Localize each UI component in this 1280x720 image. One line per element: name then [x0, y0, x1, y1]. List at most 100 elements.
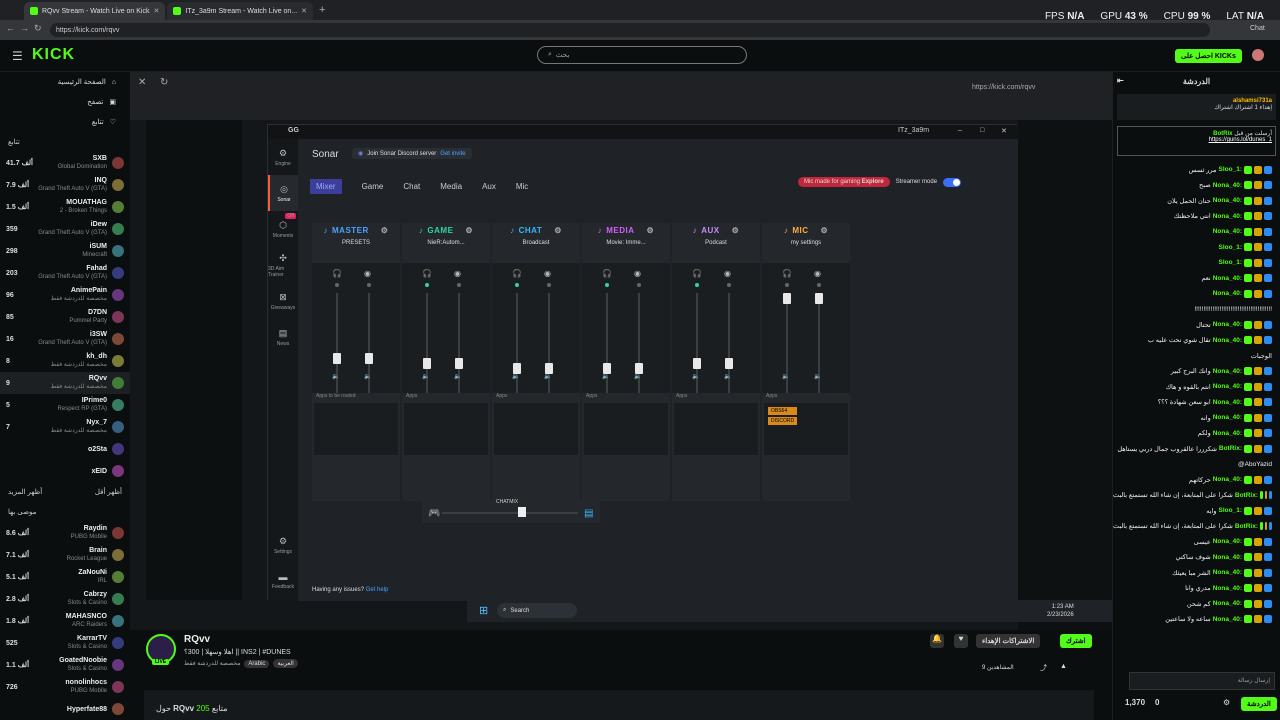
sidebar-channel-recommended[interactable]: 5.1 ألف ZaNouNi IRL: [0, 566, 130, 588]
channel-settings-icon[interactable]: ⚙: [381, 226, 389, 235]
headphone-icon[interactable]: 🎧: [782, 269, 792, 278]
mute-icon[interactable]: 🔈: [692, 373, 699, 380]
stream-icon[interactable]: ◉: [454, 269, 461, 278]
settings-icon[interactable]: ⚙: [1223, 698, 1230, 707]
volume-knob[interactable]: [365, 353, 373, 364]
mute-icon[interactable]: 🔈: [364, 373, 371, 380]
channel-preset[interactable]: my settings: [762, 237, 850, 249]
mute-icon[interactable]: 🔈: [544, 373, 551, 380]
sidebar-channel-following[interactable]: 7.9 ألف INQ Grand Theft Auto V (GTA): [0, 174, 130, 196]
headphone-icon[interactable]: 🎧: [512, 269, 522, 278]
app-obs[interactable]: OBS64: [768, 407, 798, 415]
channel-preset[interactable]: PRESETS: [312, 237, 400, 249]
sidebar-channel-following[interactable]: 1.5 ألف MOUATHAG 2 - Broken Things: [0, 196, 130, 218]
stream-icon[interactable]: ◉: [814, 269, 821, 278]
headphone-icon[interactable]: 🎧: [332, 269, 342, 278]
stream-icon[interactable]: ◉: [634, 269, 641, 278]
sidebar-channel-following[interactable]: 298 iSUM Minecraft: [0, 240, 130, 262]
sidebar-channel-recommended[interactable]: 1.1 ألف GoatedNoobie Slots & Casino: [0, 654, 130, 676]
search-input[interactable]: ⌕ بحث: [537, 46, 747, 64]
sidebar-channel-recommended[interactable]: 7.1 ألف Brain Rocket League: [0, 544, 130, 566]
stream-icon[interactable]: ◉: [544, 269, 551, 278]
sidebar-channel-following[interactable]: 7 Nyx_7 مخصصة للدردشة فقط: [0, 416, 130, 438]
channel-settings-icon[interactable]: ⚙: [732, 226, 740, 235]
channel-settings-icon[interactable]: ⚙: [647, 226, 655, 235]
sonar-nav-moments[interactable]: ⬡ Moments Off: [268, 211, 298, 247]
sidebar-channel-following[interactable]: 16 i3SW Grand Theft Auto V (GTA): [0, 328, 130, 350]
sidebar-channel-recommended[interactable]: Hyperfate88: [0, 698, 130, 720]
mute-icon[interactable]: 🔈: [422, 373, 429, 380]
collapse-chat-icon[interactable]: ⇤: [1117, 76, 1124, 85]
tag-language[interactable]: Arabic: [244, 659, 270, 668]
report-icon[interactable]: ▲: [1060, 663, 1067, 670]
volume-knob[interactable]: [783, 293, 791, 304]
forward-icon[interactable]: →: [20, 23, 29, 33]
apps-dropzone[interactable]: [674, 403, 758, 455]
chatmix-knob[interactable]: [518, 507, 526, 517]
nav-home[interactable]: الصفحة الرئيسية ⌂: [0, 72, 130, 92]
volume-knob[interactable]: [455, 358, 463, 369]
sonar-nav-news[interactable]: ▤ News: [268, 319, 298, 355]
chat-input[interactable]: إرسال رسالة: [1129, 672, 1275, 690]
sidebar-channel-following[interactable]: 359 iDew Grand Theft Auto V (GTA): [0, 218, 130, 240]
sidebar-channel-recommended[interactable]: 2.8 ألف Cabrzy Slots & Casino: [0, 588, 130, 610]
apps-dropzone[interactable]: [494, 403, 578, 455]
mute-icon[interactable]: 🔈: [724, 373, 731, 380]
apps-dropzone[interactable]: [584, 403, 668, 455]
kick-logo[interactable]: KICK: [32, 46, 75, 64]
pinned-link[interactable]: https://guns.lol/dunes_1: [1209, 137, 1272, 143]
back-icon[interactable]: ←: [6, 23, 15, 33]
sidebar-channel-recommended[interactable]: 1.8 ألف MAHASNCO ARC Raiders: [0, 610, 130, 632]
headphone-icon[interactable]: 🎧: [692, 269, 702, 278]
close-icon[interactable]: ✕: [154, 7, 160, 15]
sidebar-channel-following[interactable]: 8 kh_dh مخصصة للدردشة فقط: [0, 350, 130, 372]
channel-settings-icon[interactable]: ⚙: [465, 226, 473, 235]
channel-settings-icon[interactable]: ⚙: [821, 226, 829, 235]
sidebar-channel-recommended[interactable]: 726 nonolinhocs PUBG Mobile: [0, 676, 130, 698]
channel-preset[interactable]: Podcast: [672, 237, 760, 249]
sidebar-channel-following[interactable]: xEID: [0, 460, 130, 482]
mute-icon[interactable]: 🔈: [634, 373, 641, 380]
show-more-link[interactable]: أظهر المزيد: [8, 488, 42, 496]
volume-knob[interactable]: [423, 358, 431, 369]
mute-icon[interactable]: 🔈: [814, 373, 821, 380]
sidebar-channel-following[interactable]: 9 RQvv مخصصة للدردشة فقط: [0, 372, 130, 394]
sonar-nav-engine[interactable]: ⚙ Engine: [268, 139, 298, 175]
heart-icon[interactable]: ♥: [954, 634, 968, 648]
apps-dropzone[interactable]: [404, 403, 488, 455]
tag-arabic[interactable]: العربية: [273, 659, 298, 668]
chatmix-slider[interactable]: [442, 512, 578, 514]
mute-icon[interactable]: 🔈: [332, 373, 339, 380]
avatar[interactable]: [1252, 49, 1264, 61]
reload-icon[interactable]: ↻: [160, 77, 168, 88]
nav-following[interactable]: تتابع ♡: [0, 112, 130, 132]
maximize-icon[interactable]: □: [980, 127, 984, 134]
gift-subs-button[interactable]: الاشتراكات الإهداء: [976, 634, 1041, 648]
menu-icon[interactable]: ☰: [12, 49, 23, 63]
sidebar-channel-recommended[interactable]: 8.6 ألف Raydin PUBG Mobile: [0, 522, 130, 544]
show-less-link[interactable]: أظهر أقل: [95, 488, 122, 496]
close-icon[interactable]: ✕: [301, 7, 307, 15]
send-chat-button[interactable]: الدردشة: [1241, 697, 1277, 711]
get-kicks-button[interactable]: احصل على KICKs: [1175, 49, 1242, 63]
windows-start-icon[interactable]: ⊞: [479, 604, 488, 617]
sonar-nav-feedback[interactable]: ▬ Feedback: [268, 563, 298, 599]
sidebar-channel-following[interactable]: 5 IPrime0 Respect RP (GTA): [0, 394, 130, 416]
sonar-nav-giveaways[interactable]: ⊠ Giveaways: [268, 283, 298, 319]
volume-knob[interactable]: [725, 358, 733, 369]
subscribe-button[interactable]: اشترك: [1060, 634, 1092, 648]
mute-icon[interactable]: 🔈: [602, 373, 609, 380]
mute-icon[interactable]: 🔈: [454, 373, 461, 380]
close-icon[interactable]: ✕: [1001, 127, 1007, 135]
volume-knob[interactable]: [815, 293, 823, 304]
sidebar-channel-recommended[interactable]: 525 KarrarTV Slots & Casino: [0, 632, 130, 654]
sonar-nav-settings[interactable]: ⚙ Settings: [268, 527, 298, 563]
get-help-link[interactable]: Get help: [366, 587, 389, 593]
channel-settings-icon[interactable]: ⚙: [554, 226, 562, 235]
minimize-icon[interactable]: –: [958, 127, 962, 134]
channel-preset[interactable]: NieR:Autom...: [402, 237, 490, 249]
sidebar-channel-following[interactable]: 85 D7DN Pummel Party: [0, 306, 130, 328]
sidebar-channel-following[interactable]: 203 Fahad Grand Theft Auto V (GTA): [0, 262, 130, 284]
new-tab-icon[interactable]: +: [319, 4, 325, 16]
stream-icon[interactable]: ◉: [364, 269, 371, 278]
